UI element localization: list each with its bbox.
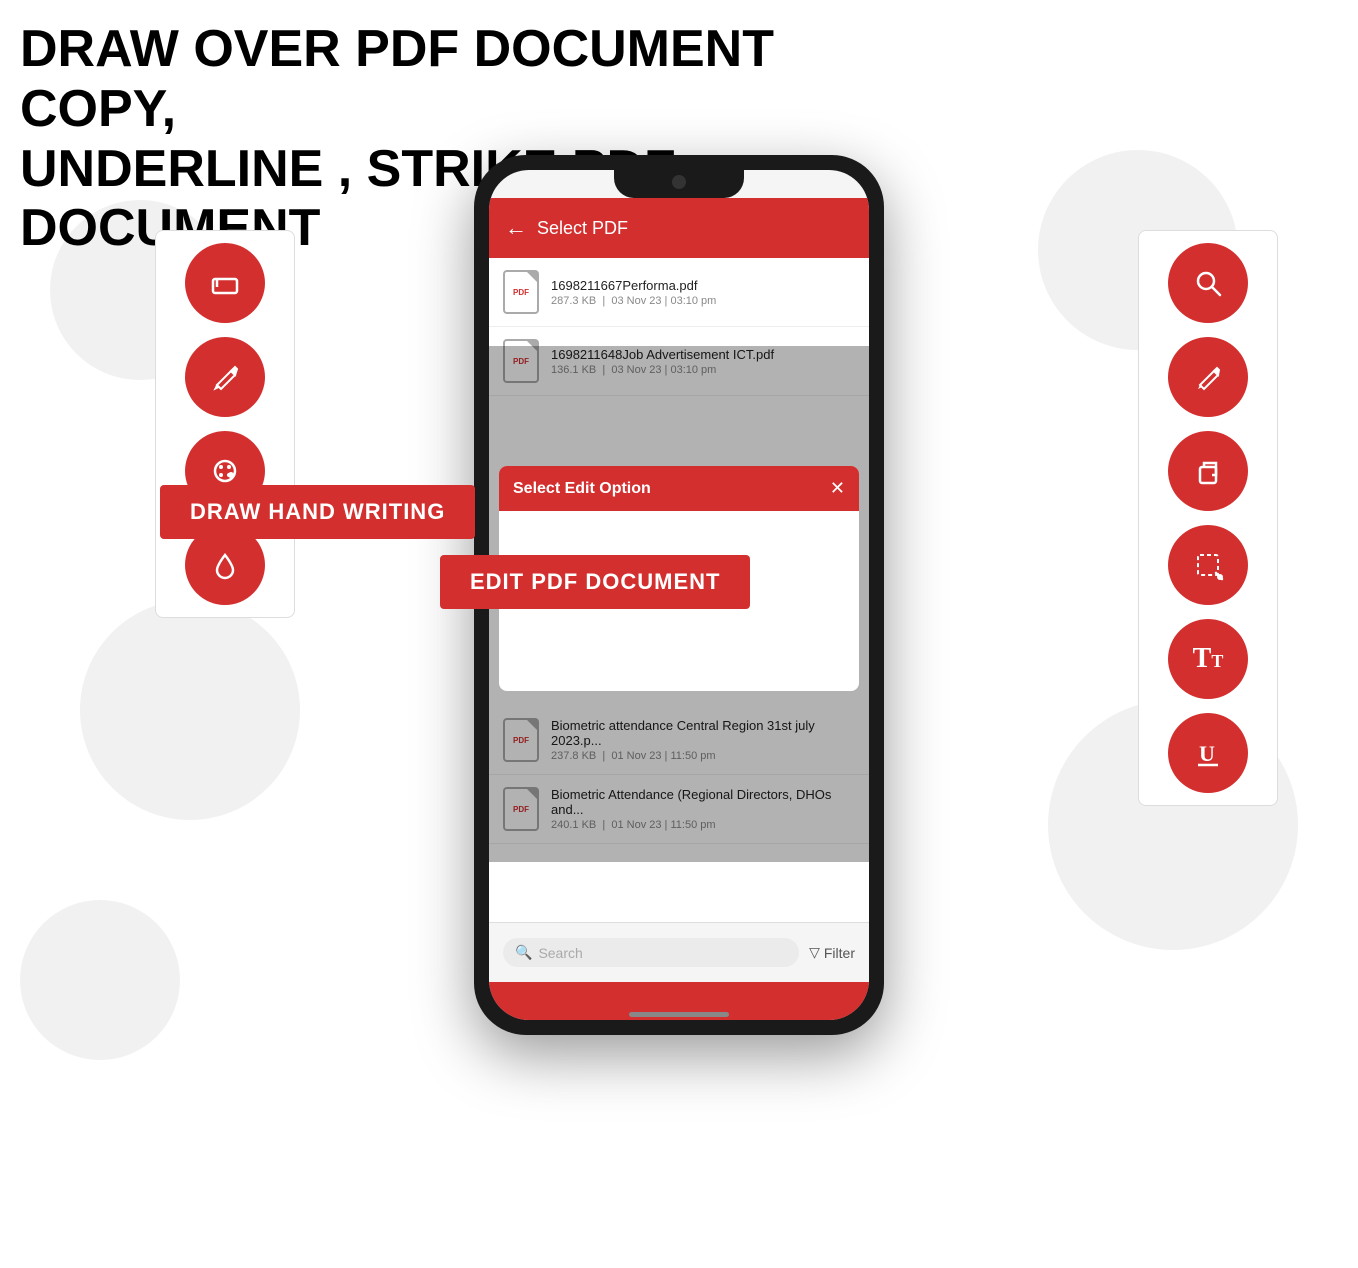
filter-area[interactable]: ▽ Filter xyxy=(809,944,855,961)
file-meta: 287.3 KB | 03 Nov 23 | 03:10 pm xyxy=(551,295,855,307)
pdf-icon: PDF xyxy=(503,270,539,314)
modal-close-button[interactable]: ✕ xyxy=(830,478,845,499)
file-name: 1698211667Performa.pdf xyxy=(551,278,855,293)
pencil-tool-button[interactable] xyxy=(185,337,265,417)
edit-tool-button[interactable] xyxy=(1168,337,1248,417)
modal-header: Select Edit Option ✕ xyxy=(499,466,859,511)
right-toolbar: TT U xyxy=(1138,230,1278,806)
file-info: 1698211667Performa.pdf 287.3 KB | 03 Nov… xyxy=(551,278,855,307)
bottom-bar: 🔍 Search ▽ Filter xyxy=(489,922,869,982)
list-item[interactable]: PDF 1698211667Performa.pdf 287.3 KB | 03… xyxy=(489,258,869,327)
phone-home-bar xyxy=(629,1012,729,1017)
filter-label: Filter xyxy=(824,945,855,961)
search-tool-button[interactable] xyxy=(1168,243,1248,323)
back-button[interactable]: ← xyxy=(505,215,527,241)
select-region-button[interactable] xyxy=(1168,525,1248,605)
eraser-tool-button[interactable] xyxy=(185,243,265,323)
modal-title: Select Edit Option xyxy=(513,480,651,498)
search-area[interactable]: 🔍 Search xyxy=(503,938,799,967)
title-line1: DRAW OVER PDF DOCUMENT COPY, xyxy=(20,20,880,140)
app-bar-title: Select PDF xyxy=(537,218,628,239)
filter-icon: ▽ xyxy=(809,944,820,961)
svg-text:U: U xyxy=(1199,741,1215,766)
search-icon: 🔍 xyxy=(515,944,532,961)
draw-handwriting-button[interactable]: DRAW HAND WRITING xyxy=(160,485,475,539)
left-toolbar xyxy=(155,230,295,618)
search-placeholder: Search xyxy=(538,945,582,961)
copy-tool-button[interactable] xyxy=(1168,431,1248,511)
text-tool-button[interactable]: TT xyxy=(1168,619,1248,699)
app-bar: ← Select PDF xyxy=(489,198,869,258)
phone-camera xyxy=(672,175,686,189)
edit-pdf-button[interactable]: EDIT PDF DOCUMENT xyxy=(440,555,750,609)
underline-tool-button[interactable]: U xyxy=(1168,713,1248,793)
